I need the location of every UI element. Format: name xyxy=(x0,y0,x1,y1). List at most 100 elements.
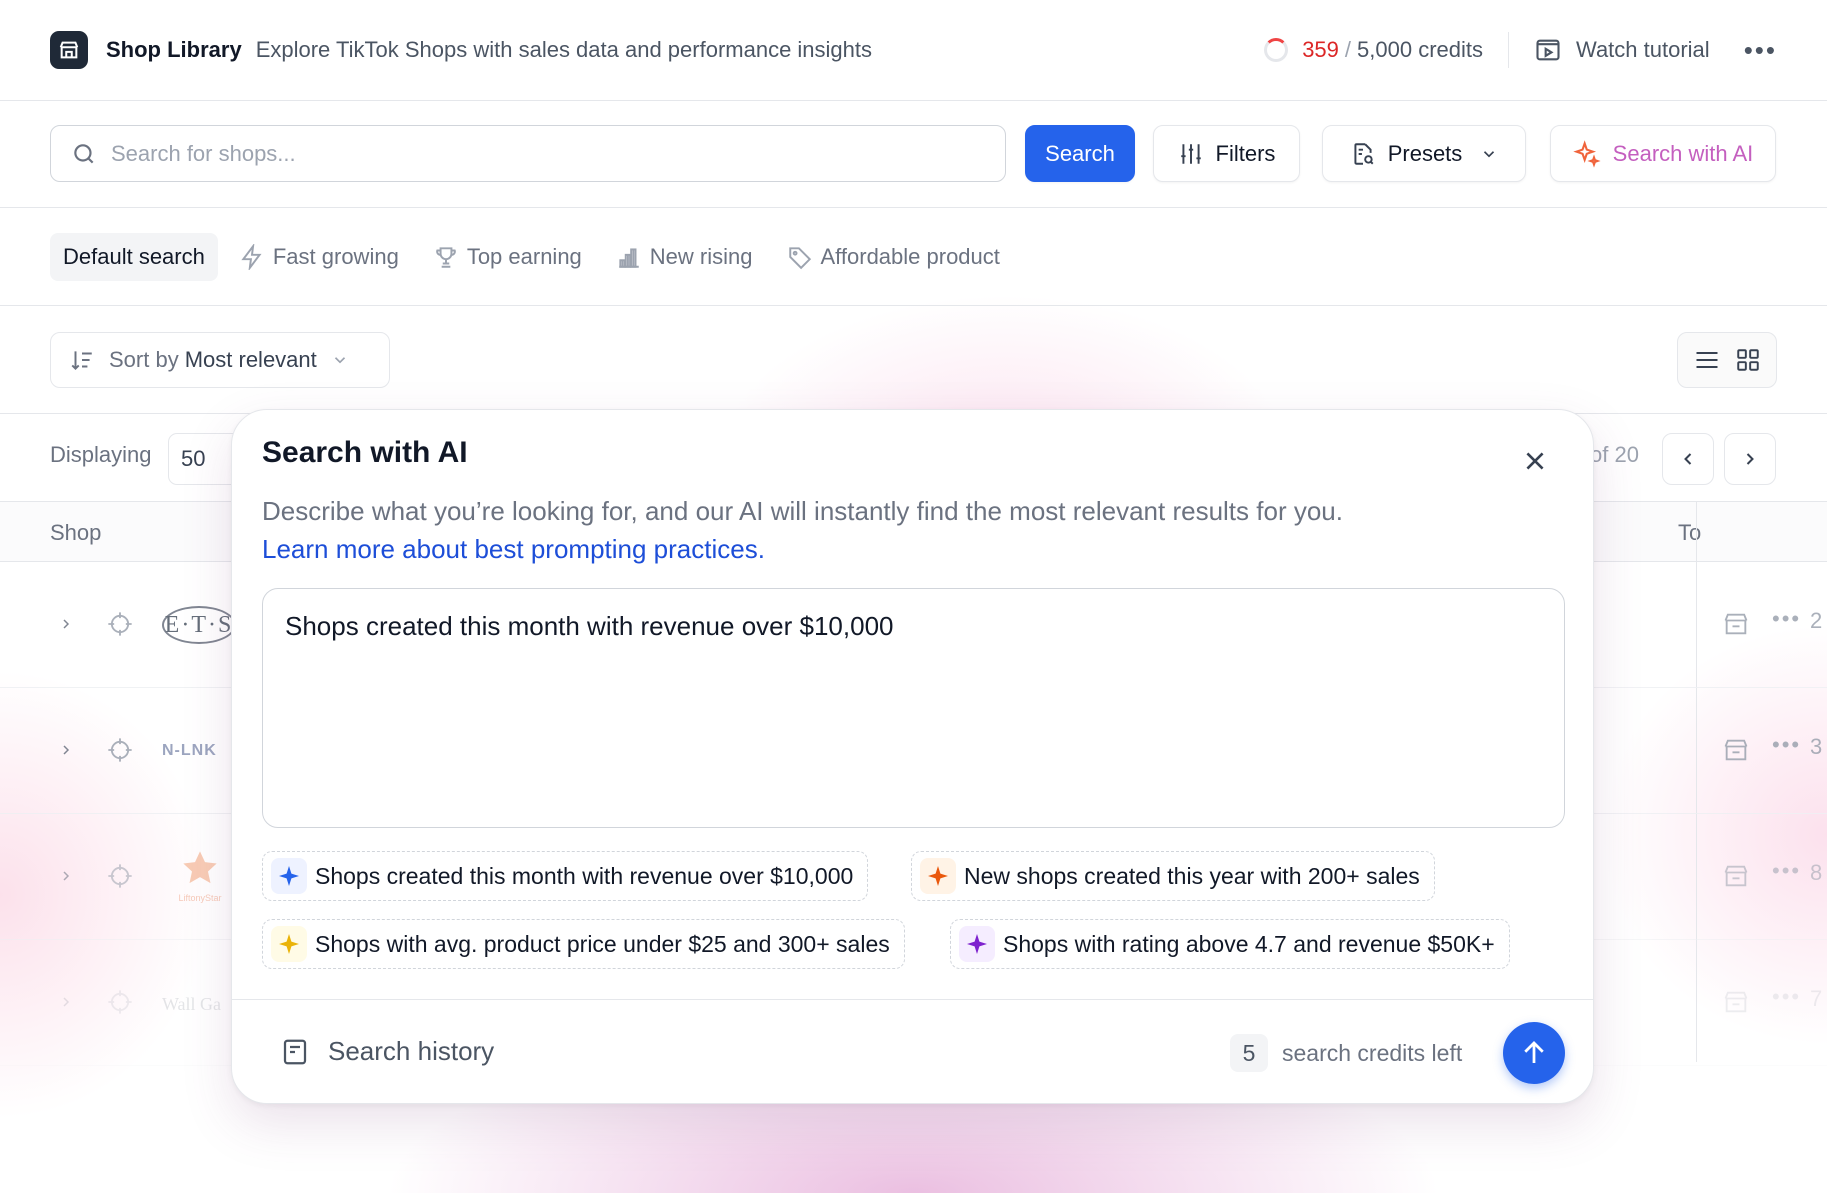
page-size-value: 50 xyxy=(181,446,206,471)
expand-chevron-icon[interactable] xyxy=(58,612,74,636)
row-more-icon[interactable]: ••• xyxy=(1772,984,1801,1010)
expand-chevron-icon[interactable] xyxy=(58,990,74,1014)
close-icon[interactable] xyxy=(1522,448,1548,474)
suggestion-label: New shops created this year with 200+ sa… xyxy=(964,862,1420,889)
store-icon[interactable] xyxy=(1722,862,1750,890)
ai-prompt-input[interactable] xyxy=(285,611,1542,805)
crosshair-icon[interactable] xyxy=(106,862,134,890)
shop-library-logo-icon xyxy=(50,31,88,69)
watch-tutorial-button[interactable]: Watch tutorial xyxy=(1534,36,1710,64)
row-value: 7 xyxy=(1810,986,1823,1011)
presets-label: Presets xyxy=(1387,140,1463,166)
credits-separator: / xyxy=(1344,37,1352,62)
shop-logo-text: LiftonyStar xyxy=(178,893,222,903)
search-input[interactable] xyxy=(111,140,951,167)
search-history-button[interactable]: Search history xyxy=(280,1036,494,1067)
search-box xyxy=(50,125,1006,182)
crosshair-icon[interactable] xyxy=(106,610,134,638)
row-more-icon[interactable]: ••• xyxy=(1772,606,1801,632)
filters-button[interactable]: Filters xyxy=(1153,125,1300,182)
tab-fast-growing[interactable]: Fast growing xyxy=(226,233,412,281)
tab-affordable-product[interactable]: Affordable product xyxy=(774,233,1013,281)
credits-total: 5,000 credits xyxy=(1357,37,1483,62)
suggestion-chip[interactable]: Shops with avg. product price under $25 … xyxy=(262,919,905,969)
crosshair-icon[interactable] xyxy=(106,988,134,1016)
search-with-ai-modal: Search with AI Describe what you’re look… xyxy=(231,409,1594,1104)
row-value: 3 xyxy=(1810,734,1823,759)
video-play-icon xyxy=(1536,39,1560,61)
chevron-down-icon xyxy=(1484,150,1495,157)
tab-label: Top earning xyxy=(466,243,582,269)
store-icon[interactable] xyxy=(1722,610,1750,638)
sparkle-icon xyxy=(920,858,956,894)
page-count: of 20 xyxy=(1590,442,1639,467)
credits-progress-icon xyxy=(1264,38,1289,62)
suggestion-chip[interactable]: Shops created this month with revenue ov… xyxy=(262,851,869,901)
shop-logo: N-LNK xyxy=(162,742,217,760)
submit-prompt-button[interactable] xyxy=(1503,1022,1565,1084)
shop-logo-text: N-LNK xyxy=(162,742,217,759)
search-icon xyxy=(74,143,94,163)
sparkle-icon xyxy=(1572,139,1601,168)
shop-logo: LiftonyStar xyxy=(178,848,222,903)
sparkle-icon xyxy=(271,926,307,962)
modal-description: Describe what you’re looking for, and ou… xyxy=(262,492,1562,568)
row-value: 2 xyxy=(1810,608,1823,633)
sort-icon xyxy=(71,351,92,371)
description-text: Describe what you’re looking for, and ou… xyxy=(262,496,1343,526)
sparkle-icon xyxy=(271,858,307,894)
suggestion-label: Shops with rating above 4.7 and revenue … xyxy=(1003,930,1495,957)
sort-dropdown[interactable]: Sort by Most relevant xyxy=(50,332,390,388)
search-history-label: Search history xyxy=(328,1036,495,1066)
presets-dropdown[interactable]: Presets xyxy=(1322,125,1526,182)
prompting-practices-link[interactable]: Learn more about best prompting practice… xyxy=(262,530,1562,568)
search-button[interactable]: Search xyxy=(1025,125,1135,182)
modal-footer: Search history 5 search credits left xyxy=(232,999,1593,1103)
shop-logo-text: E·T·S xyxy=(164,611,234,638)
displaying-label: Displaying xyxy=(50,442,152,467)
sort-toolbar: Sort by Most relevant xyxy=(0,306,1827,414)
column-header-to: To xyxy=(1678,520,1702,545)
suggestion-chip[interactable]: Shops with rating above 4.7 and revenue … xyxy=(950,919,1510,969)
tab-label: Default search xyxy=(63,243,205,269)
search-with-ai-button[interactable]: Search with AI xyxy=(1550,125,1776,182)
expand-chevron-icon[interactable] xyxy=(58,738,74,762)
tab-label: Fast growing xyxy=(272,243,399,269)
suggestion-chip[interactable]: New shops created this year with 200+ sa… xyxy=(911,851,1435,901)
expand-chevron-icon[interactable] xyxy=(58,864,74,888)
credits-count-badge: 5 xyxy=(1230,1034,1268,1072)
tab-top-earning[interactable]: Top earning xyxy=(420,233,595,281)
shop-logo-text: Wall Ga xyxy=(162,994,222,1014)
credits-indicator: 359 / 5,000 credits xyxy=(1264,37,1483,63)
search-toolbar: Search Filters Presets Search with AI xyxy=(0,101,1827,208)
tab-new-rising[interactable]: New rising xyxy=(603,233,766,281)
view-toggle xyxy=(1677,332,1777,388)
suggestion-label: Shops created this month with revenue ov… xyxy=(315,862,854,889)
chevron-down-icon xyxy=(334,357,345,364)
crosshair-icon[interactable] xyxy=(106,736,134,764)
list-view-icon[interactable] xyxy=(1693,346,1721,374)
more-menu-icon[interactable]: ••• xyxy=(1744,35,1777,66)
next-page-button[interactable] xyxy=(1724,433,1776,485)
app-title: Shop Library xyxy=(106,37,242,62)
chevron-right-icon xyxy=(1746,453,1754,465)
lightning-icon xyxy=(241,243,262,270)
sliders-icon xyxy=(1180,143,1201,164)
row-more-icon[interactable]: ••• xyxy=(1772,858,1801,884)
top-bar: Shop Library Explore TikTok Shops with s… xyxy=(0,0,1827,101)
sort-prefix: Sort by xyxy=(109,347,179,372)
store-icon[interactable] xyxy=(1722,736,1750,764)
sparkle-icon xyxy=(959,926,995,962)
credits-left-label: search credits left xyxy=(1282,1039,1463,1066)
document-search-icon xyxy=(1354,142,1374,165)
filters-label: Filters xyxy=(1215,140,1276,166)
tab-default-search[interactable]: Default search xyxy=(50,232,218,281)
tab-label: New rising xyxy=(649,243,753,269)
sort-value: Most relevant xyxy=(184,347,317,372)
grid-view-icon[interactable] xyxy=(1735,347,1761,373)
previous-page-button[interactable] xyxy=(1662,433,1714,485)
store-icon[interactable] xyxy=(1722,988,1750,1016)
prompt-box xyxy=(262,588,1565,828)
search-with-ai-label: Search with AI xyxy=(1612,140,1754,166)
row-more-icon[interactable]: ••• xyxy=(1772,732,1801,758)
